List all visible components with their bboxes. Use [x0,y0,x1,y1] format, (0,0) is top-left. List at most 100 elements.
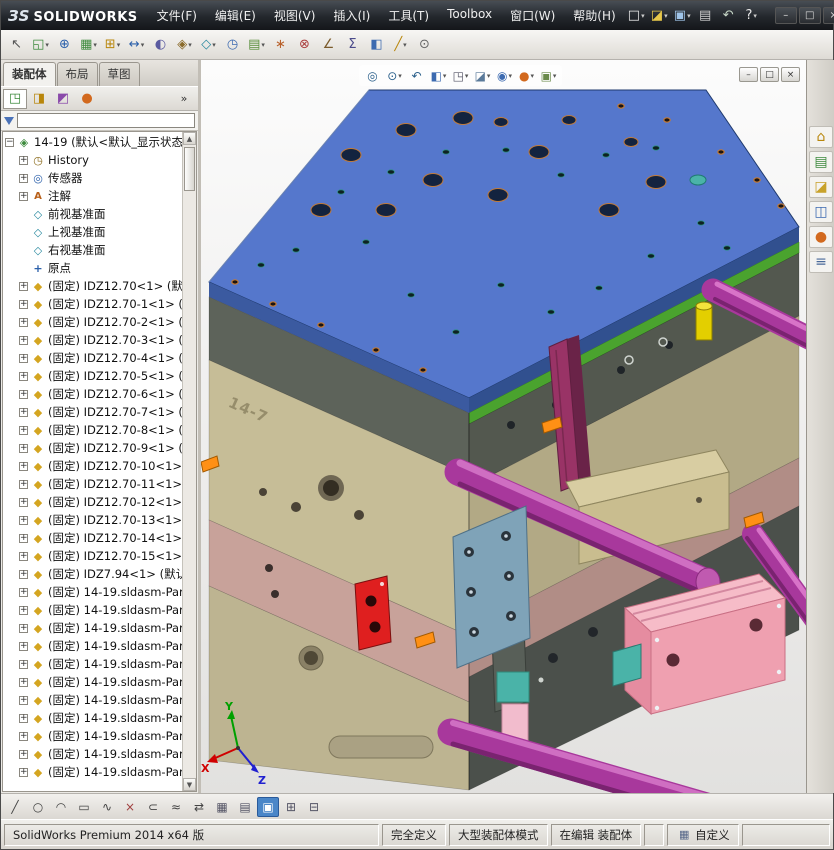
tree-item[interactable]: (固定) IDZ12.70-6<1> (默 [3,385,182,403]
command-tab[interactable]: 布局 [56,62,98,86]
expand-toggle[interactable] [19,317,28,327]
tree-item[interactable]: (固定) 14-19.sldasm-Par [3,763,182,781]
rebuild-icon[interactable] [717,5,740,27]
expand-toggle[interactable] [19,551,28,561]
exploded-view-icon[interactable] [269,34,292,56]
apply-scene-icon[interactable] [538,66,559,85]
minimize-document-button[interactable]: – [739,67,758,82]
expand-toggle[interactable] [19,155,28,165]
linear-component-pattern-icon[interactable] [77,34,100,56]
tree-item[interactable]: (固定) IDZ12.70-9<1> (默 [3,439,182,457]
tree-item[interactable]: (固定) 14-19.sldasm-Par [3,727,182,745]
tree-item[interactable]: (固定) 14-19.sldasm-Par [3,709,182,727]
design-library-icon[interactable] [809,151,833,173]
scroll-down-icon[interactable]: ▼ [183,778,196,791]
previous-view-icon[interactable] [406,66,427,85]
expand-toggle[interactable] [19,299,28,309]
table-icon[interactable] [280,797,302,817]
expand-toggle[interactable] [19,191,28,201]
view-orientation-icon[interactable] [450,66,471,85]
expand-toggle[interactable] [19,605,28,615]
expand-toggle[interactable] [19,767,28,777]
expand-toggle[interactable] [19,659,28,669]
print-icon[interactable] [694,5,717,27]
tree-item[interactable]: (固定) IDZ12.70-4<1> (默 [3,349,182,367]
menu-item[interactable]: 视图(V) [265,1,325,30]
tree-item[interactable]: (固定) 14-19.sldasm-Par [3,583,182,601]
teal-block[interactable] [496,671,530,703]
tree-item[interactable]: (固定) IDZ12.70-15<1> ( [3,547,182,565]
tree-item[interactable]: (固定) IDZ12.70<1> (默认 [3,277,182,295]
expand-toggle[interactable] [19,641,28,651]
sketch-circle-icon[interactable] [27,797,49,817]
tree-item[interactable]: (固定) 14-19.sldasm-Par [3,673,182,691]
overflow-chevron-icon[interactable] [172,89,196,109]
tree-item[interactable]: (固定) IDZ12.70-14<1> ( [3,529,182,547]
expand-toggle[interactable] [19,407,28,417]
tree-item[interactable]: (固定) IDZ12.70-2<1> (默 [3,313,182,331]
tree-item[interactable]: (固定) 14-19.sldasm-Par [3,691,182,709]
tree-item[interactable]: 传感器 [3,169,182,187]
zoom-area-icon[interactable] [384,66,405,85]
move-component-icon[interactable] [125,34,148,56]
expand-toggle[interactable] [19,695,28,705]
zoom-fit-icon[interactable] [362,66,383,85]
menu-item[interactable]: 文件(F) [148,1,206,30]
propertymanager-icon[interactable] [27,89,51,109]
tree-item[interactable]: (固定) IDZ7.94<1> (默认 [3,565,182,583]
expand-toggle[interactable] [19,569,28,579]
minimize-button[interactable]: – [774,7,797,24]
offset-entities-icon[interactable] [165,797,187,817]
custom-properties-icon[interactable] [809,251,833,273]
tree-item[interactable]: 前视基准面 [3,205,182,223]
expand-toggle[interactable] [19,731,28,741]
expand-toggle[interactable] [19,497,28,507]
view-palette-icon[interactable] [809,201,833,223]
edit-appearance-icon[interactable] [516,66,537,85]
sketch-icon[interactable] [389,34,412,56]
menu-item[interactable]: 工具(T) [379,1,438,30]
insert-components-icon[interactable] [29,34,52,56]
section-view-icon[interactable] [428,66,449,85]
menu-item[interactable]: 插入(I) [324,1,379,30]
tree-item[interactable]: (固定) 14-19.sldasm-Par [3,601,182,619]
expand-toggle[interactable] [19,353,28,363]
open-document-icon[interactable] [648,5,671,27]
new-motion-study-icon[interactable] [221,34,244,56]
sketch-line-icon[interactable] [4,797,26,817]
menu-item[interactable]: Toolbox [438,1,501,30]
grid-snap-icon[interactable] [211,797,233,817]
tree-item[interactable]: (固定) IDZ12.70-11<1> ( [3,475,182,493]
tree-item[interactable]: (固定) IDZ12.70-1<1> (默 [3,295,182,313]
scroll-up-icon[interactable]: ▲ [183,132,196,145]
expand-toggle[interactable] [19,749,28,759]
expand-toggle[interactable] [19,713,28,723]
tree-item[interactable]: (固定) 14-19.sldasm-Par [3,745,182,763]
section-view-icon[interactable] [365,34,388,56]
display-grid-icon[interactable] [234,797,256,817]
featuremanager-tree-icon[interactable] [3,88,27,109]
yellow-pin[interactable] [695,301,713,341]
tree-item[interactable]: 原点 [3,259,182,277]
tree-scrollbar[interactable]: ▲ ▼ [182,132,196,791]
bill-of-materials-icon[interactable] [245,34,268,56]
solidworks-resources-icon[interactable] [809,126,833,148]
command-tab[interactable]: 草图 [98,62,140,86]
help-icon[interactable] [740,5,763,27]
convert-entities-icon[interactable] [142,797,164,817]
section-toggle-icon[interactable] [257,796,279,817]
reference-geometry-icon[interactable] [197,34,220,56]
expand-toggle[interactable] [19,389,28,399]
tree-item[interactable]: (固定) 14-19.sldasm-Par [3,655,182,673]
measure-icon[interactable] [317,34,340,56]
sketch-spline-icon[interactable] [96,797,118,817]
sketch-rectangle-icon[interactable] [73,797,95,817]
restore-document-button[interactable]: □ [760,67,779,82]
expand-toggle[interactable] [19,587,28,597]
expand-toggle[interactable] [19,479,28,489]
mirror-entities-icon[interactable] [188,797,210,817]
mate-icon[interactable] [53,34,76,56]
tree-item[interactable]: (固定) 14-19.sldasm-Par [3,619,182,637]
expand-toggle[interactable] [19,281,28,291]
expand-toggle[interactable] [19,533,28,543]
